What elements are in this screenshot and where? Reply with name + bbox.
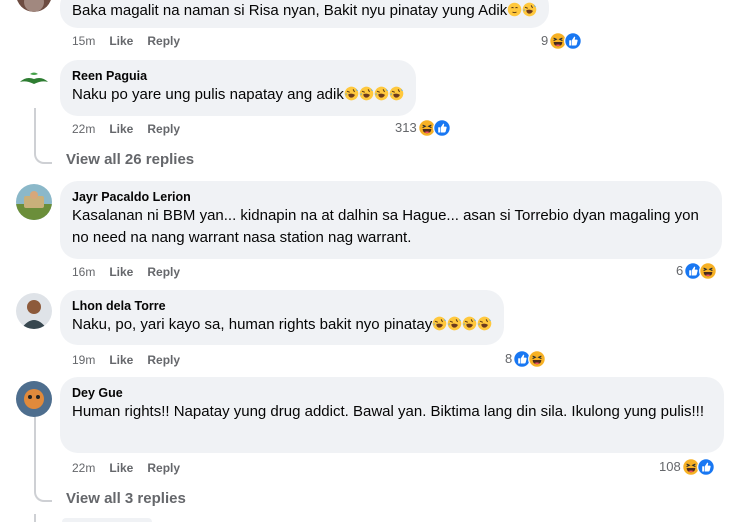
rolling-laughing-emoji (447, 316, 462, 331)
view-replies-link[interactable]: View all 26 replies (66, 150, 194, 170)
reaction-summary[interactable]: 8 (505, 350, 546, 368)
rolling-laughing-emoji (432, 316, 447, 331)
comment-actions: 19m Like Reply (72, 352, 180, 368)
comment-bubble: Jayr Pacaldo Lerion Kasalanan ni BBM yan… (60, 181, 722, 259)
comment-time[interactable]: 16m (72, 264, 95, 280)
rolling-laughing-emoji (374, 86, 389, 101)
comment-bubble: Dey Gue Human rights!! Napatay yung drug… (60, 377, 724, 453)
reply-link[interactable]: Reply (147, 352, 180, 368)
comment-time[interactable]: 15m (72, 33, 95, 49)
avatar[interactable] (16, 62, 52, 98)
comment-text: Baka magalit na naman si Risa nyan, Baki… (72, 0, 537, 22)
reaction-summary[interactable]: 313 (395, 119, 451, 137)
next-item-edge (62, 518, 152, 522)
thread-line (34, 514, 36, 522)
reply-link[interactable]: Reply (147, 33, 180, 49)
comment-text: Human rights!! Napatay yung drug addict.… (72, 403, 705, 420)
reaction-summary[interactable]: 9 (541, 32, 582, 50)
comment-actions: 15m Like Reply (72, 33, 180, 49)
comment-time[interactable]: 22m (72, 121, 95, 137)
comment-text: Kasalanan ni BBM yan... kidnapin na at d… (72, 207, 699, 246)
like-reaction-icon (697, 458, 715, 476)
view-replies-link[interactable]: View all 3 replies (66, 489, 186, 509)
haha-reaction-icon (699, 262, 717, 280)
rolling-laughing-emoji (389, 86, 404, 101)
comment-actions: 22m Like Reply (72, 121, 180, 137)
like-reaction-icon (433, 119, 451, 137)
reaction-count: 313 (395, 120, 417, 135)
comment-author[interactable]: Jayr Pacaldo Lerion (72, 189, 710, 205)
avatar[interactable] (16, 0, 52, 12)
thread-line (34, 412, 36, 490)
like-link[interactable]: Like (109, 121, 133, 137)
like-link[interactable]: Like (109, 33, 133, 49)
rolling-laughing-emoji (462, 316, 477, 331)
thread-line (34, 108, 36, 152)
reply-link[interactable]: Reply (147, 121, 180, 137)
comment-time[interactable]: 19m (72, 352, 95, 368)
rolling-laughing-emoji (522, 2, 537, 17)
comment-actions: 16m Like Reply (72, 264, 180, 280)
reaction-summary[interactable]: 108 (659, 458, 715, 476)
like-link[interactable]: Like (109, 264, 133, 280)
rolling-laughing-emoji (477, 316, 492, 331)
like-link[interactable]: Like (109, 460, 133, 476)
thread-curve (34, 488, 52, 502)
avatar[interactable] (16, 293, 52, 329)
comment-time[interactable]: 22m (72, 460, 95, 476)
comment-author[interactable]: Lhon dela Torre (72, 298, 492, 314)
reaction-count: 9 (541, 33, 549, 48)
reply-link[interactable]: Reply (147, 460, 180, 476)
comment-text: Naku, po, yari kayo sa, human rights bak… (72, 314, 492, 336)
rolling-laughing-emoji (359, 86, 374, 101)
face-holding-back-tears-emoji (507, 2, 522, 17)
comment-author[interactable]: Reen Paguia (72, 68, 404, 84)
reaction-count: 8 (505, 351, 513, 366)
reaction-count: 6 (676, 263, 684, 278)
reaction-count: 108 (659, 459, 681, 474)
rolling-laughing-emoji (344, 86, 359, 101)
thread-curve (34, 150, 52, 164)
comment-bubble: Reen Paguia Naku po yare ung pulis napat… (60, 60, 416, 116)
like-link[interactable]: Like (109, 352, 133, 368)
comment-actions: 22m Like Reply (72, 460, 180, 476)
haha-reaction-icon (528, 350, 546, 368)
like-reaction-icon (564, 32, 582, 50)
reply-link[interactable]: Reply (147, 264, 180, 280)
comment-author[interactable]: Dey Gue (72, 385, 712, 401)
comment-text: Naku po yare ung pulis napatay ang adik (72, 84, 404, 106)
comment-bubble: Baka magalit na naman si Risa nyan, Baki… (60, 0, 550, 28)
avatar[interactable] (16, 184, 52, 220)
comment-bubble: Lhon dela Torre Naku, po, yari kayo sa, … (60, 290, 505, 345)
reaction-summary[interactable]: 6 (676, 262, 717, 280)
avatar[interactable] (16, 381, 52, 417)
